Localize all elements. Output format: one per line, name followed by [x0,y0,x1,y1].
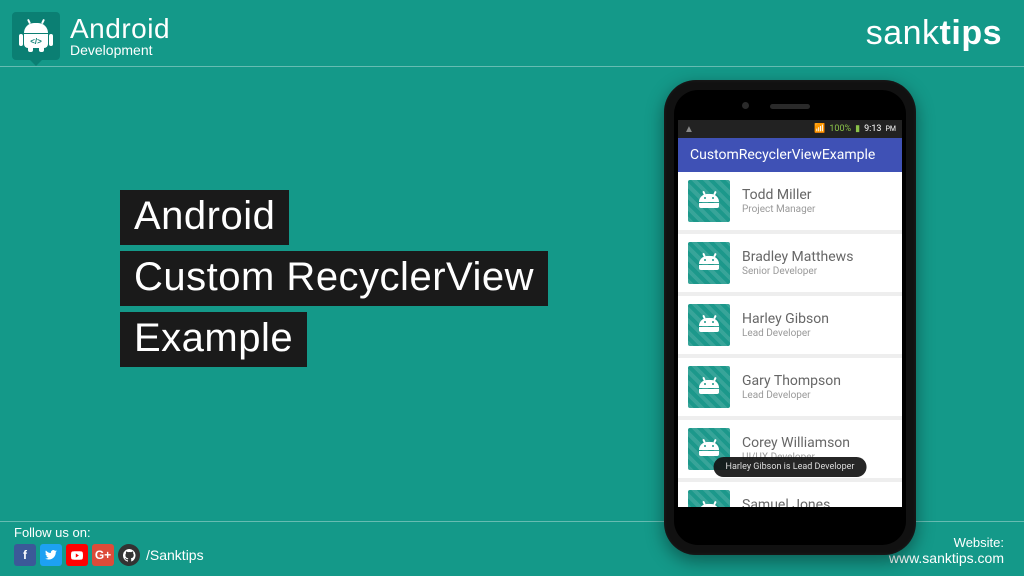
app-bar-title: CustomRecyclerViewExample [690,147,875,163]
github-icon[interactable] [118,544,140,566]
person-name: Gary Thompson [742,373,841,389]
page-title: Android Custom RecyclerView Example [120,190,548,373]
android-icon [688,490,730,507]
android-icon [688,242,730,284]
follow-label: Follow us on: [14,525,204,540]
android-icon [688,180,730,222]
list-item[interactable]: Gary ThompsonLead Developer [678,358,902,420]
signal-icon: 📶 [814,124,825,134]
status-bar: ▲ 📶 100% ▮ 9:13 PM [678,120,902,138]
title-line-1: Android [120,190,289,245]
google-plus-icon[interactable]: G+ [92,544,114,566]
list-item[interactable]: Bradley MatthewsSenior Developer [678,234,902,296]
android-dev-icon: </> [12,12,60,60]
phone-mockup: ▲ 📶 100% ▮ 9:13 PM CustomRecyclerViewExa… [664,80,916,555]
phone-speaker [770,104,810,109]
facebook-icon[interactable]: f [14,544,36,566]
android-icon [688,366,730,408]
person-name: Samuel Jones [742,497,832,507]
battery-icon: ▮ [855,124,860,134]
title-line-2: Custom RecyclerView [120,251,548,306]
person-name: Bradley Matthews [742,249,853,265]
phone-camera [742,102,749,109]
phone-screen: ▲ 📶 100% ▮ 9:13 PM CustomRecyclerViewExa… [678,120,902,507]
status-warning-icon: ▲ [684,124,694,135]
person-role: Lead Developer [742,390,841,401]
person-name: Todd Miller [742,187,815,203]
app-bar: CustomRecyclerViewExample [678,138,902,172]
android-icon [688,304,730,346]
badge-subtitle: Development [70,43,170,58]
list-item[interactable]: Todd MillerProject Manager [678,172,902,234]
person-name: Harley Gibson [742,311,829,327]
social-handle: /Sanktips [146,547,204,563]
toast-message: Harley Gibson is Lead Developer [714,457,867,477]
person-role: Project Manager [742,204,815,215]
person-role: Senior Developer [742,266,853,277]
battery-percent: 100% [829,124,851,134]
brand-part-bold: tips [940,14,1002,52]
list-item[interactable]: Samuel JonesFront-End Developer [678,482,902,507]
brand-logo: sanktips [866,14,1002,53]
brand-part-thin: sank [866,14,940,52]
follow-us: Follow us on: f G+ /Sanktips [14,525,204,566]
website-url: www.sanktips.com [889,550,1004,566]
badge-title: Android [70,14,170,43]
status-time: 9:13 [864,124,881,134]
person-name: Corey Williamson [742,435,850,451]
list-item[interactable]: Harley GibsonLead Developer [678,296,902,358]
twitter-icon[interactable] [40,544,62,566]
title-line-3: Example [120,312,307,367]
android-dev-badge: </> Android Development [12,12,170,60]
youtube-icon[interactable] [66,544,88,566]
divider-top [0,66,1024,67]
person-role: Lead Developer [742,328,829,339]
status-ampm: PM [885,125,896,133]
